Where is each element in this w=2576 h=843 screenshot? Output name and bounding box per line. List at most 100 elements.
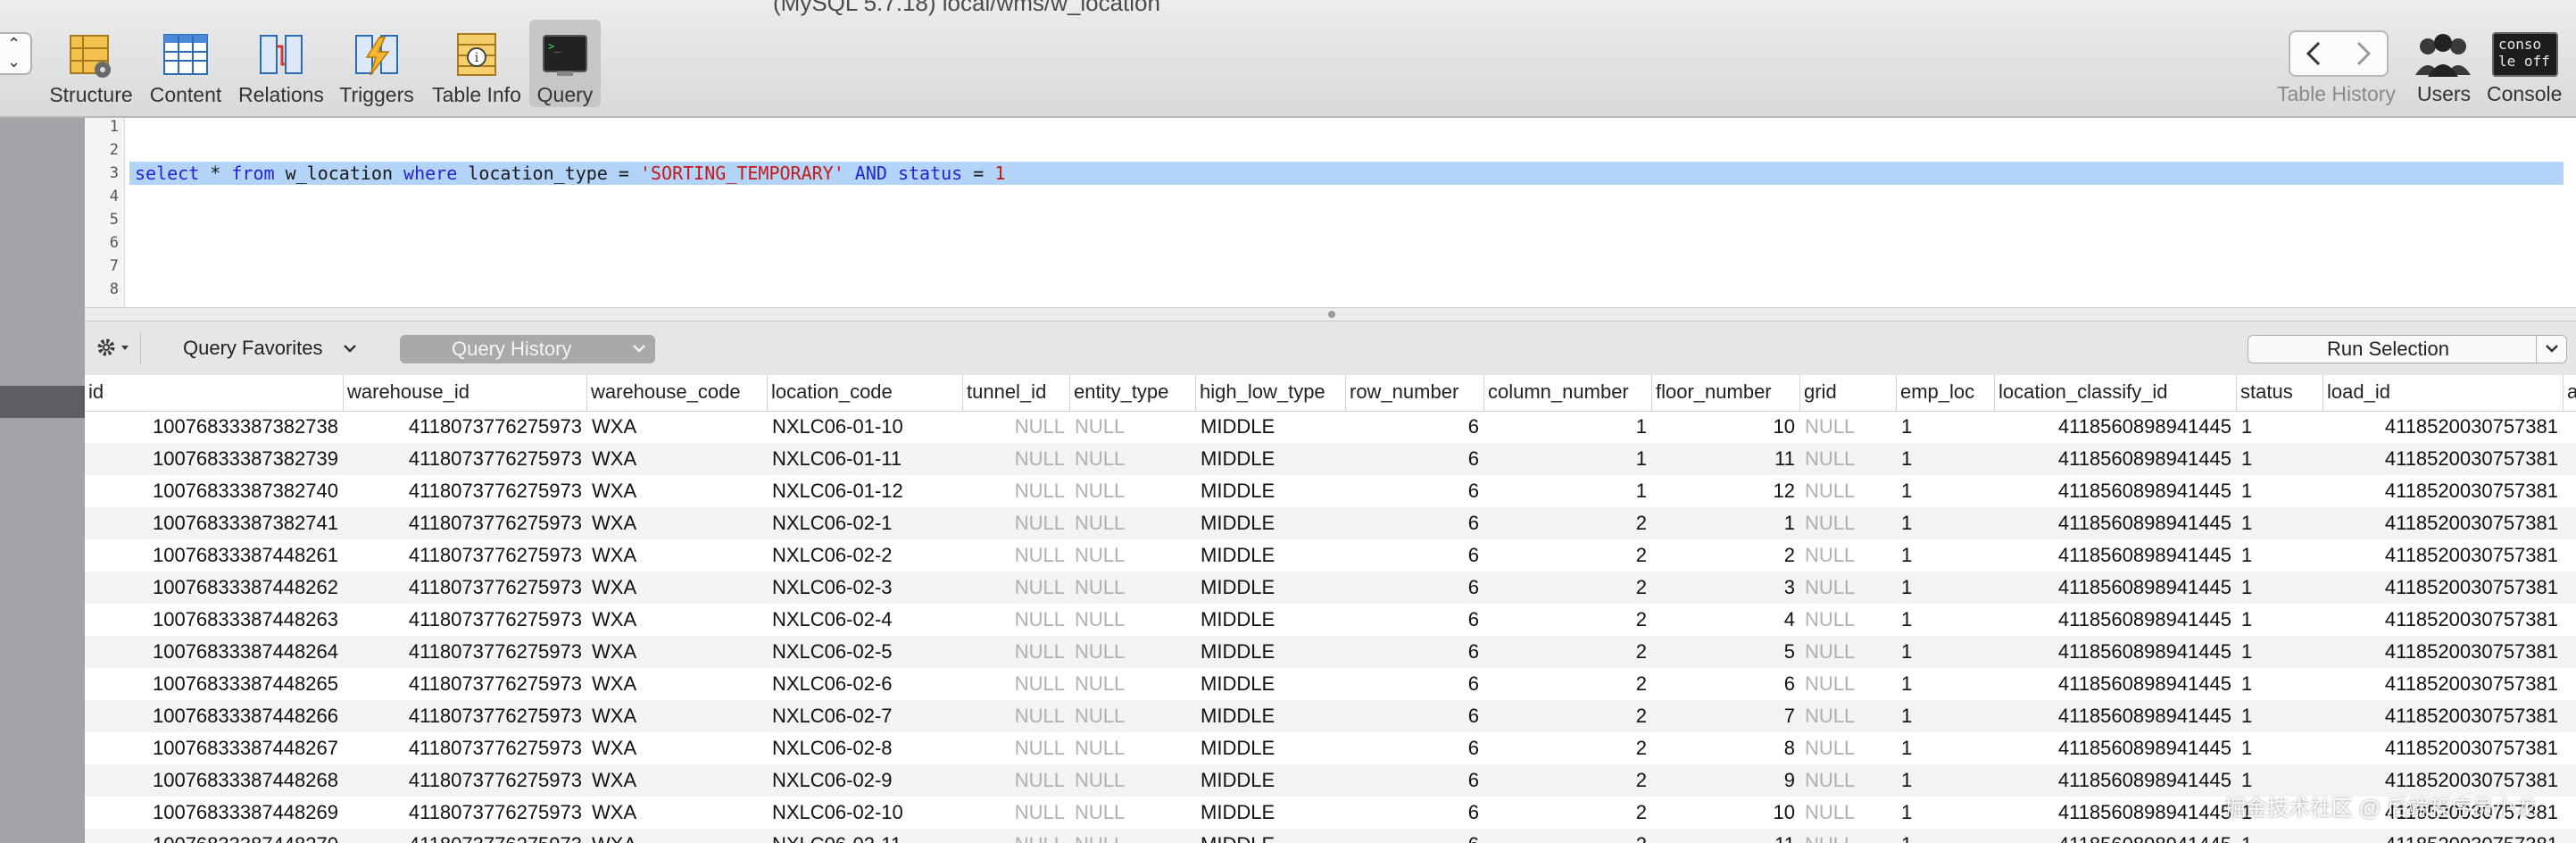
- table-cell[interactable]: 11: [1652, 829, 1800, 843]
- table-cell[interactable]: NULL: [1800, 411, 1897, 443]
- table-cell[interactable]: MIDDLE: [1196, 604, 1346, 636]
- table-cell[interactable]: NULL: [1070, 443, 1196, 475]
- table-cell[interactable]: NULL: [963, 797, 1070, 829]
- table-cell[interactable]: 4118073776275973: [344, 764, 587, 797]
- table-row[interactable]: 10076833387448263 4118073776275973 WXA NXLC…: [85, 604, 2576, 636]
- tool-structure[interactable]: Structure: [45, 20, 137, 107]
- table-cell[interactable]: MIDDLE: [1196, 443, 1346, 475]
- table-cell[interactable]: 4118560898941445: [1995, 668, 2237, 700]
- table-row[interactable]: 10076833387448264 4118073776275973 WXA NXLC…: [85, 636, 2576, 668]
- history-back-button[interactable]: [2289, 30, 2340, 77]
- table-cell[interactable]: NULL: [1070, 572, 1196, 604]
- table-row[interactable]: 10076833387382740 4118073776275973 WXA NXLC…: [85, 475, 2576, 507]
- table-cell[interactable]: 1: [1897, 475, 1995, 507]
- table-cell[interactable]: 2: [1484, 636, 1652, 668]
- table-cell[interactable]: NXLC06-01-12: [768, 475, 963, 507]
- table-cell[interactable]: 6: [1346, 507, 1484, 539]
- table-cell[interactable]: NXLC06-02-1: [768, 507, 963, 539]
- table-cell[interactable]: NULL: [1800, 797, 1897, 829]
- table-cell[interactable]: WXA: [587, 539, 768, 572]
- table-cell[interactable]: 10076833387448263: [85, 604, 344, 636]
- table-cell[interactable]: 4118520030757381: [2323, 539, 2564, 572]
- table-cell[interactable]: MIDDLE: [1196, 539, 1346, 572]
- table-cell[interactable]: 1: [2237, 700, 2323, 732]
- table-cell[interactable]: WXA: [587, 700, 768, 732]
- table-cell[interactable]: 1: [2237, 539, 2323, 572]
- table-cell[interactable]: 4118560898941445: [1995, 539, 2237, 572]
- table-cell[interactable]: 10076833387448267: [85, 732, 344, 764]
- table-cell[interactable]: NULL: [1800, 700, 1897, 732]
- table-cell[interactable]: NULL: [1070, 764, 1196, 797]
- table-cell[interactable]: NULL: [963, 764, 1070, 797]
- table-cell[interactable]: 1: [1897, 636, 1995, 668]
- table-row[interactable]: 10076833387448265 4118073776275973 WXA NXLC…: [85, 668, 2576, 700]
- table-cell[interactable]: 1: [1652, 507, 1800, 539]
- table-cell[interactable]: 4: [1652, 604, 1800, 636]
- query-favorites-button[interactable]: Query Favorites: [183, 332, 359, 364]
- table-row[interactable]: 100768333874482704118073776275973WXANXLC…: [85, 829, 2576, 843]
- table-cell[interactable]: 7: [1652, 700, 1800, 732]
- table-row[interactable]: 10076833387448267 4118073776275973 WXA NXLC…: [85, 732, 2576, 764]
- table-cell[interactable]: 1: [1897, 539, 1995, 572]
- table-cell[interactable]: 4118520030757381: [2323, 443, 2564, 475]
- table-cell[interactable]: MIDDLE: [1196, 475, 1346, 507]
- table-cell[interactable]: MIDDLE: [1196, 829, 1346, 843]
- table-cell[interactable]: 4118520030757381: [2323, 507, 2564, 539]
- table-cell[interactable]: 12: [1652, 475, 1800, 507]
- console-button[interactable]: conso le off: [2492, 32, 2558, 77]
- table-cell[interactable]: 4118520030757381: [2323, 636, 2564, 668]
- table-cell[interactable]: MIDDLE: [1196, 797, 1346, 829]
- table-row[interactable]: 10076833387448261 4118073776275973 WXA NXLC…: [85, 539, 2576, 572]
- table-cell[interactable]: WXA: [587, 604, 768, 636]
- table-cell[interactable]: 10076833387448268: [85, 764, 344, 797]
- table-cell[interactable]: 4118073776275973: [344, 539, 587, 572]
- table-cell[interactable]: WXA: [587, 636, 768, 668]
- table-cell[interactable]: 1: [2237, 732, 2323, 764]
- table-cell[interactable]: NXLC06-02-11: [768, 829, 963, 843]
- table-cell[interactable]: 4118073776275973: [344, 604, 587, 636]
- database-stepper[interactable]: ⌃ ⌄: [0, 32, 32, 75]
- column-header[interactable]: row_number: [1346, 375, 1484, 411]
- table-cell[interactable]: 1: [1897, 604, 1995, 636]
- table-cell[interactable]: NULL: [1800, 475, 1897, 507]
- table-cell[interactable]: MIDDLE: [1196, 700, 1346, 732]
- table-cell[interactable]: 3: [1652, 572, 1800, 604]
- table-cell[interactable]: 4118073776275973: [344, 700, 587, 732]
- table-cell[interactable]: 1: [1897, 507, 1995, 539]
- table-cell[interactable]: NULL: [963, 572, 1070, 604]
- table-cell[interactable]: 4118073776275973: [344, 829, 587, 843]
- table-cell[interactable]: 2: [1484, 668, 1652, 700]
- table-cell[interactable]: 1: [1897, 443, 1995, 475]
- chevron-down-icon[interactable]: [2543, 342, 2561, 356]
- table-cell[interactable]: 4118560898941445: [1995, 604, 2237, 636]
- table-cell[interactable]: NULL: [963, 443, 1070, 475]
- table-cell[interactable]: NULL: [1070, 668, 1196, 700]
- table-cell[interactable]: NULL: [1070, 732, 1196, 764]
- sidebar-selected-item[interactable]: [0, 386, 85, 418]
- table-cell[interactable]: 1: [1897, 732, 1995, 764]
- table-cell[interactable]: 1: [1897, 829, 1995, 843]
- table-cell[interactable]: NXLC06-02-3: [768, 572, 963, 604]
- table-cell[interactable]: NULL: [1800, 539, 1897, 572]
- table-cell[interactable]: NXLC06-02-7: [768, 700, 963, 732]
- table-cell[interactable]: NULL: [1800, 604, 1897, 636]
- table-cell[interactable]: 5: [1652, 636, 1800, 668]
- table-cell[interactable]: NULL: [963, 411, 1070, 443]
- table-cell[interactable]: 10076833387448261: [85, 539, 344, 572]
- table-cell[interactable]: 2: [1484, 604, 1652, 636]
- column-header[interactable]: grid: [1800, 375, 1897, 411]
- table-row[interactable]: 10076833387382739 4118073776275973 WXA NXLC…: [85, 443, 2576, 475]
- table-cell[interactable]: NULL: [1070, 604, 1196, 636]
- table-cell[interactable]: 4118520030757381: [2323, 668, 2564, 700]
- column-header[interactable]: floor_number: [1652, 375, 1800, 411]
- table-cell[interactable]: 2: [1484, 732, 1652, 764]
- table-cell[interactable]: 4118520030757381: [2323, 411, 2564, 443]
- table-cell[interactable]: NULL: [1070, 411, 1196, 443]
- table-cell[interactable]: 1: [2237, 475, 2323, 507]
- table-cell[interactable]: NULL: [1070, 829, 1196, 843]
- table-cell[interactable]: NULL: [963, 539, 1070, 572]
- query-editor[interactable]: 1 2 3 4 5 6 7 8 select * from w_location…: [85, 118, 2576, 307]
- table-cell[interactable]: MIDDLE: [1196, 636, 1346, 668]
- table-cell[interactable]: 1: [1484, 411, 1652, 443]
- table-cell[interactable]: 4118560898941445: [1995, 764, 2237, 797]
